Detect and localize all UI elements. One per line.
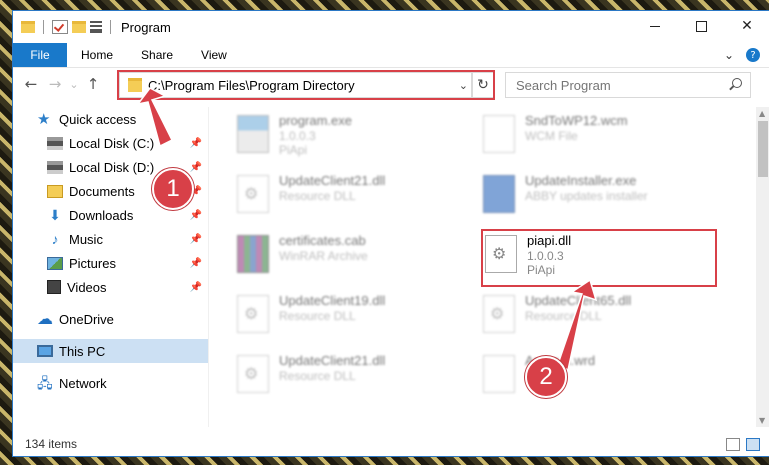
- step1-badge: 1: [152, 168, 194, 210]
- step1-arrow: [136, 87, 174, 148]
- annotation-arrows: [136, 87, 598, 372]
- step2-badge: 2: [525, 356, 567, 398]
- step2-arrow: [557, 278, 598, 372]
